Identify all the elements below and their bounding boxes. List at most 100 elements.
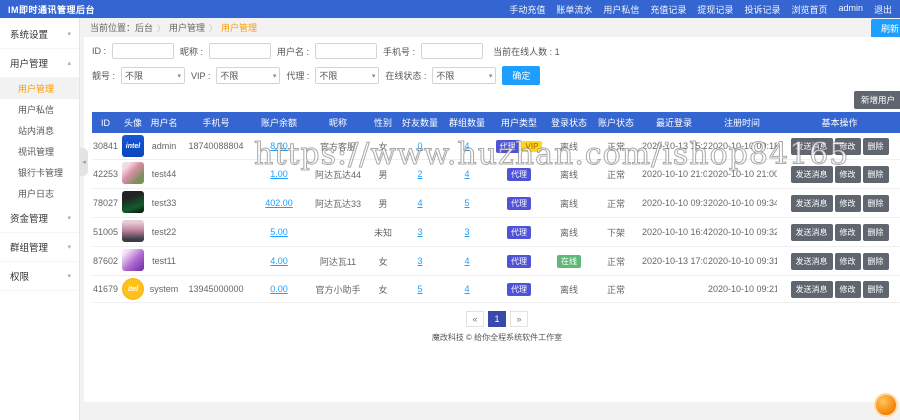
refresh-button[interactable]: 刷新 [871,19,900,38]
delete-button[interactable]: 删除 [863,281,889,298]
friends-count-link[interactable]: 3 [417,256,422,266]
actions-cell: 发送消息修改删除 [777,160,900,189]
balance-cell: 5.00 [251,218,307,247]
topbar-link-浏览首页[interactable]: 浏览首页 [791,3,827,16]
breadcrumb-item-后台[interactable]: 后台 [135,23,153,33]
sidebar-item-站内消息[interactable]: 站内消息 [0,120,79,141]
sidebar-section-用户管理[interactable]: 用户管理▴ [0,49,79,78]
sidebar-section-资金管理[interactable]: 资金管理▾ [0,204,79,233]
friends-count-link[interactable]: 2 [417,169,422,179]
groups-count-link[interactable]: 4 [464,169,469,179]
filter-select-2[interactable]: 不限▾ [315,67,379,84]
send-message-button[interactable]: 发送消息 [791,195,833,212]
gender: 女 [369,133,397,160]
gender: 女 [369,247,397,276]
sidebar-collapse-handle[interactable]: ◂ [80,148,88,176]
sidebar-item-用户私信[interactable]: 用户私信 [0,99,79,120]
next-page-button[interactable]: » [510,311,528,327]
groups-count-link[interactable]: 4 [464,284,469,294]
groups-count-link[interactable]: 4 [464,141,469,151]
delete-button[interactable]: 删除 [863,166,889,183]
edit-button[interactable]: 修改 [835,138,861,155]
friends-count-link[interactable]: 3 [417,227,422,237]
topbar-link-提现记录[interactable]: 提现记录 [697,3,733,16]
last-login-time: 2020-10-10 21:00 [641,160,707,189]
confirm-button[interactable]: 确定 [502,66,540,85]
delete-button[interactable]: 删除 [863,195,889,212]
login-status-cell: 离线 [547,189,591,218]
register-time: 2020-10-10 21:00 [707,160,777,189]
topbar-link-退出[interactable]: 退出 [874,3,892,16]
user-id: 30841 [92,133,119,160]
sidebar-item-用户日志[interactable]: 用户日志 [0,183,79,204]
column-header-基本操作: 基本操作 [777,112,900,133]
balance-link[interactable]: 0.00 [270,284,288,294]
edit-button[interactable]: 修改 [835,166,861,183]
balance-link[interactable]: 1.00 [270,169,288,179]
filter-input-2[interactable] [315,43,377,59]
chevron-down-icon: ▾ [178,72,182,80]
sidebar-item-银行卡管理[interactable]: 银行卡管理 [0,162,79,183]
groups-cell: 4 [443,133,491,160]
friends-count-link[interactable]: 0 [417,141,422,151]
groups-count-link[interactable]: 3 [464,227,469,237]
groups-count-link[interactable]: 5 [464,198,469,208]
filter-input-1[interactable] [209,43,271,59]
sidebar-section-系统设置[interactable]: 系统设置▾ [0,20,79,49]
topbar-link-手动充值[interactable]: 手动充值 [509,3,545,16]
filter-label-3: 手机号 : [383,45,415,58]
balance-link[interactable]: 8.00 [270,141,288,151]
edit-button[interactable]: 修改 [835,224,861,241]
page-number-1[interactable]: 1 [488,311,506,327]
topbar-link-投诉记录[interactable]: 投诉记录 [744,3,780,16]
topbar-link-账单流水[interactable]: 账单流水 [556,3,592,16]
filter-select-3[interactable]: 不限▾ [432,67,496,84]
top-navbar: IM即时通讯管理后台 手动充值账单流水用户私信充值记录提现记录投诉记录浏览首页a… [0,0,900,18]
filter-select-1[interactable]: 不限▾ [216,67,280,84]
topbar-link-用户私信[interactable]: 用户私信 [603,3,639,16]
breadcrumb-item-用户管理[interactable]: 用户管理 [221,23,257,33]
sidebar-item-用户管理[interactable]: 用户管理 [0,78,79,99]
edit-button[interactable]: 修改 [835,195,861,212]
filter-select-0[interactable]: 不限▾ [121,67,185,84]
column-header-账户余额: 账户余额 [251,112,307,133]
balance-link[interactable]: 5.00 [270,227,288,237]
breadcrumb-item-用户管理[interactable]: 用户管理 [169,23,205,33]
sidebar-section-群组管理[interactable]: 群组管理▾ [0,233,79,262]
add-user-button[interactable]: 新增用户 [854,91,900,109]
groups-count-link[interactable]: 4 [464,256,469,266]
send-message-button[interactable]: 发送消息 [791,253,833,270]
sidebar-section-权限[interactable]: 权限▾ [0,262,79,291]
sidebar-section-label: 用户管理 [10,56,48,70]
user-type-cell: 代理 [491,160,547,189]
send-message-button[interactable]: 发送消息 [791,281,833,298]
column-header-群组数量: 群组数量 [443,112,491,133]
balance-link[interactable]: 4.00 [270,256,288,266]
delete-button[interactable]: 删除 [863,253,889,270]
column-header-性别: 性别 [369,112,397,133]
send-message-button[interactable]: 发送消息 [791,138,833,155]
column-header-手机号: 手机号 [181,112,251,133]
prev-page-button[interactable]: « [466,311,484,327]
balance-link[interactable]: 402.00 [265,198,293,208]
edit-button[interactable]: 修改 [835,281,861,298]
user-type-badge-代理: 代理 [496,140,520,153]
topbar-link-充值记录[interactable]: 充值记录 [650,3,686,16]
breadcrumb: 当前位置： 后台〉用户管理〉用户管理 刷新 [80,18,900,36]
floating-action-button[interactable] [874,393,898,417]
topbar-link-admin[interactable]: admin [838,3,863,16]
balance-cell: 402.00 [251,189,307,218]
edit-button[interactable]: 修改 [835,253,861,270]
send-message-button[interactable]: 发送消息 [791,224,833,241]
gender: 男 [369,160,397,189]
friends-count-link[interactable]: 5 [417,284,422,294]
delete-button[interactable]: 删除 [863,224,889,241]
filter-input-0[interactable] [112,43,174,59]
column-header-最近登录: 最近登录 [641,112,707,133]
sidebar-item-视讯管理[interactable]: 视讯管理 [0,141,79,162]
user-type-badge-代理: 代理 [507,197,531,210]
friends-count-link[interactable]: 4 [417,198,422,208]
filter-input-3[interactable] [421,43,483,59]
send-message-button[interactable]: 发送消息 [791,166,833,183]
delete-button[interactable]: 删除 [863,138,889,155]
